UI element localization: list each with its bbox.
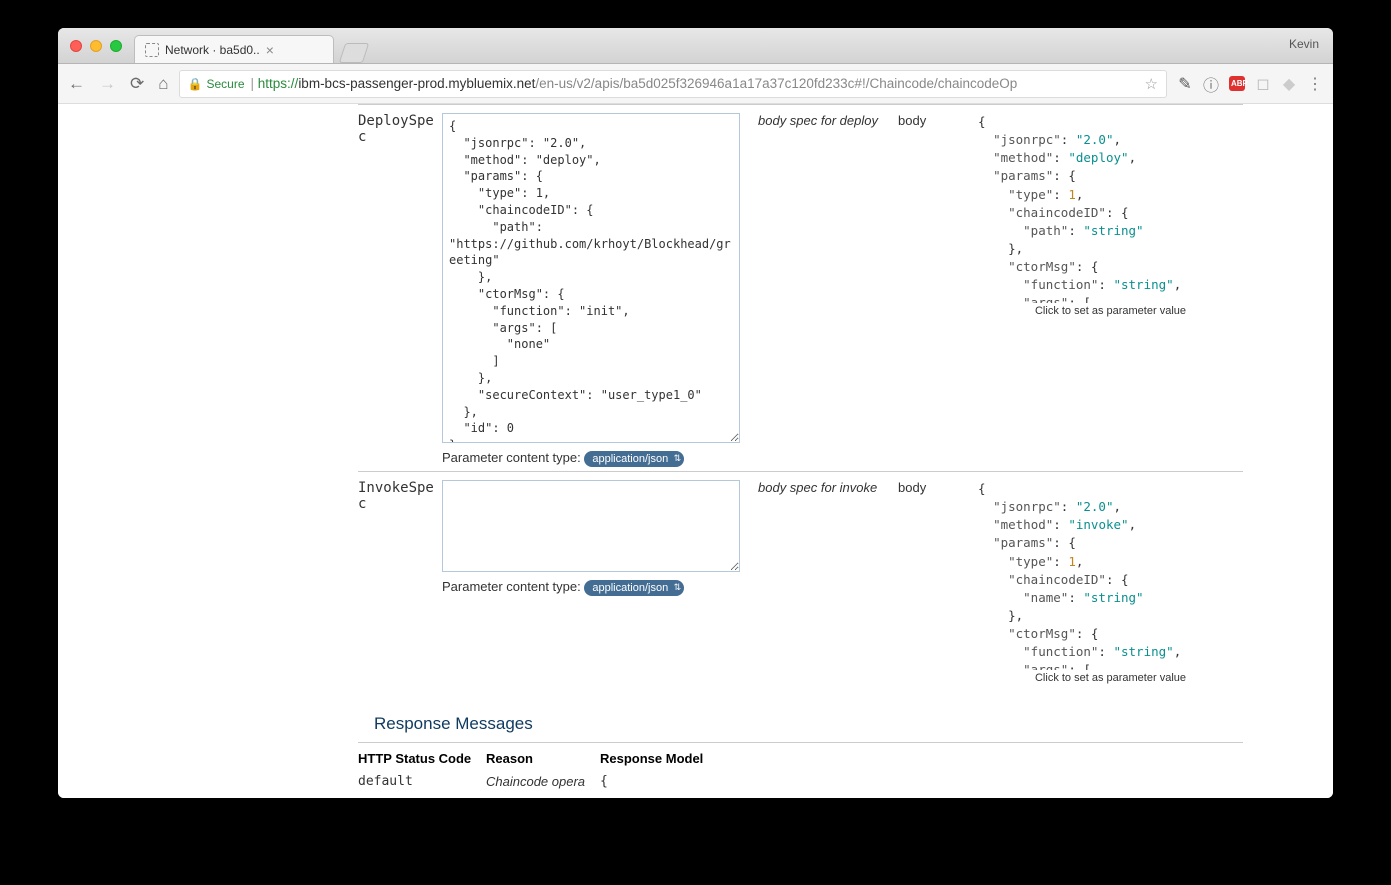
secure-label: Secure	[206, 77, 244, 91]
content-type-row: Parameter content type: application/json	[442, 579, 748, 596]
forward-icon[interactable]: →	[99, 74, 116, 94]
status-code: default	[358, 774, 486, 789]
param-description: body spec for invoke	[748, 480, 898, 684]
param-name: InvokeSpec	[358, 480, 442, 684]
model-click-hint: Click to set as parameter value	[978, 672, 1243, 684]
tab-strip: Network · ba5d0.. ×	[134, 28, 366, 63]
url-scheme: https://	[258, 76, 299, 91]
url-path: /en-us/v2/apis/ba5d025f326946a1a17a37c12…	[535, 76, 1017, 91]
col-reason: Reason	[486, 751, 600, 766]
response-model: {	[600, 774, 1243, 789]
param-row-deploy: DeploySpec Parameter content type: appli…	[358, 104, 1243, 471]
response-table: HTTP Status Code Reason Response Model d…	[358, 742, 1243, 789]
url-host: ibm-bcs-passenger-prod.mybluemix.net	[298, 76, 535, 91]
reload-icon[interactable]: ⟳	[130, 74, 144, 94]
titlebar: Network · ba5d0.. × Kevin	[58, 28, 1333, 64]
secure-badge: 🔒 Secure	[188, 77, 245, 91]
content-type-row: Parameter content type: application/json	[442, 450, 748, 467]
content-type-label: Parameter content type:	[442, 579, 581, 594]
param-value: Parameter content type: application/json	[442, 480, 748, 684]
model-click-hint: Click to set as parameter value	[978, 305, 1243, 317]
col-status: HTTP Status Code	[358, 751, 486, 766]
param-data-type: { "jsonrpc": "2.0", "method": "deploy", …	[978, 113, 1243, 467]
menu-icon[interactable]: ⋮	[1307, 74, 1323, 94]
response-header: HTTP Status Code Reason Response Model	[358, 743, 1243, 774]
param-row-invoke: InvokeSpec Parameter content type: appli…	[358, 471, 1243, 688]
lock-icon: 🔒	[188, 77, 203, 91]
tab-title: Network · ba5d0..	[165, 43, 260, 57]
param-type: body	[898, 480, 978, 684]
drive-icon[interactable]: ◆	[1281, 74, 1297, 94]
model-schema[interactable]: { "jsonrpc": "2.0", "method": "invoke", …	[978, 480, 1243, 670]
reason: Chaincode opera	[486, 774, 600, 789]
response-row: default Chaincode opera {	[358, 774, 1243, 789]
param-type: body	[898, 113, 978, 467]
deploy-body-textarea[interactable]	[442, 113, 740, 443]
content-type-select[interactable]: application/json	[584, 580, 684, 596]
browser-window: Network · ba5d0.. × Kevin ← → ⟳ ⌂ 🔒 Secu…	[58, 28, 1333, 798]
evernote-icon[interactable]: ✎	[1177, 74, 1193, 94]
tab-close-icon[interactable]: ×	[266, 43, 274, 57]
info-icon[interactable]: ⓘ	[1203, 72, 1219, 96]
param-data-type: { "jsonrpc": "2.0", "method": "invoke", …	[978, 480, 1243, 684]
model-schema[interactable]: { "jsonrpc": "2.0", "method": "deploy", …	[978, 113, 1243, 303]
nav-controls: ← → ⟳ ⌂	[68, 74, 169, 94]
new-tab-button[interactable]	[339, 43, 369, 63]
window-controls	[58, 40, 122, 52]
abp-icon[interactable]: ABP	[1229, 76, 1245, 91]
bookmark-star-icon[interactable]: ☆	[1145, 75, 1158, 93]
pocket-icon[interactable]: ◻	[1255, 74, 1271, 94]
page-content: DeploySpec Parameter content type: appli…	[58, 104, 1333, 798]
maximize-window-icon[interactable]	[110, 40, 122, 52]
swagger-panel: DeploySpec Parameter content type: appli…	[358, 104, 1243, 798]
home-icon[interactable]: ⌂	[158, 74, 168, 94]
browser-tab[interactable]: Network · ba5d0.. ×	[134, 35, 334, 63]
response-messages-title: Response Messages	[374, 714, 1243, 734]
close-window-icon[interactable]	[70, 40, 82, 52]
profile-label[interactable]: Kevin	[1289, 37, 1319, 51]
param-value: Parameter content type: application/json	[442, 113, 748, 467]
toolbar: ← → ⟳ ⌂ 🔒 Secure | https://ibm-bcs-passe…	[58, 64, 1333, 104]
col-model: Response Model	[600, 751, 1243, 766]
content-type-select[interactable]: application/json	[584, 451, 684, 467]
back-icon[interactable]: ←	[68, 74, 85, 94]
tab-favicon	[145, 43, 159, 57]
invoke-body-textarea[interactable]	[442, 480, 740, 572]
content-type-label: Parameter content type:	[442, 450, 581, 465]
param-name: DeploySpec	[358, 113, 442, 467]
extension-icons: ✎ ⓘ ABP ◻ ◆ ⋮	[1177, 72, 1323, 96]
minimize-window-icon[interactable]	[90, 40, 102, 52]
address-bar[interactable]: 🔒 Secure | https://ibm-bcs-passenger-pro…	[179, 70, 1167, 98]
param-description: body spec for deploy	[748, 113, 898, 467]
